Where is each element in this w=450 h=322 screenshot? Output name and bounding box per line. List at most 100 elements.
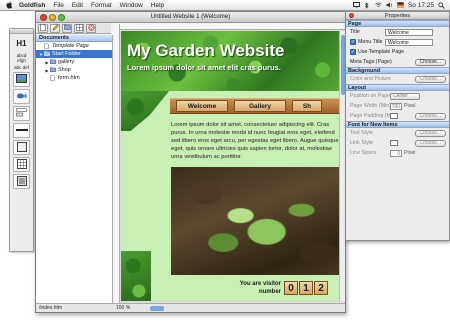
position-label: Position on Page bbox=[350, 93, 391, 99]
vertical-ruler[interactable] bbox=[114, 24, 120, 305]
nav-gallery[interactable]: Gallery bbox=[234, 100, 286, 112]
table-tool[interactable] bbox=[13, 157, 30, 172]
menu-format[interactable]: Format bbox=[91, 2, 112, 9]
flag-icon[interactable] bbox=[397, 1, 404, 9]
title-label: Title bbox=[350, 29, 360, 35]
image-tool[interactable] bbox=[13, 72, 30, 87]
padding-row: Page Padding (Min) Choose... bbox=[346, 111, 449, 121]
title-field[interactable]: Welcome bbox=[385, 28, 433, 36]
tool-palette: H1 abcd efgh abc def bbox=[9, 28, 34, 252]
tree-item-label: Start Folder bbox=[52, 51, 81, 57]
delete-button[interactable] bbox=[86, 23, 96, 33]
menubar: Goldfish File Edit Format Window Help So… bbox=[0, 0, 450, 11]
line-tool[interactable] bbox=[13, 123, 30, 138]
horizontal-scroll-thumb[interactable] bbox=[150, 306, 164, 311]
goldfish-tool[interactable] bbox=[13, 89, 30, 104]
tree-item-form[interactable]: form.htm bbox=[36, 74, 112, 82]
text-style-choose-button[interactable]: Choose... bbox=[414, 129, 446, 137]
tree-item-start-folder[interactable]: ▼ Start Folder bbox=[36, 50, 112, 58]
menu-title-checkbox[interactable]: ✓ bbox=[350, 39, 356, 45]
nav-shop[interactable]: Sh bbox=[292, 100, 322, 112]
counter-digit: 1 bbox=[299, 281, 313, 295]
fish-icon bbox=[16, 92, 27, 102]
tree-item-gallery[interactable]: ▶ gallery bbox=[36, 58, 112, 66]
site-title[interactable]: My Garden Website bbox=[127, 41, 284, 61]
tree-item-label: gallery bbox=[58, 59, 75, 65]
site-subtitle[interactable]: Lorem ipsum dolor sit amet elit cras pur… bbox=[127, 63, 281, 72]
width-label: Page Width (Min) bbox=[350, 103, 391, 109]
menu-help[interactable]: Help bbox=[151, 2, 164, 9]
nav-welcome[interactable]: Welcome bbox=[176, 100, 228, 112]
spotlight-icon[interactable] bbox=[438, 1, 445, 9]
grid-icon bbox=[75, 23, 83, 33]
menu-window[interactable]: Window bbox=[120, 2, 143, 9]
folder-icon bbox=[50, 59, 56, 65]
section-background[interactable]: Background bbox=[346, 67, 449, 74]
page-icon bbox=[50, 75, 56, 81]
link-style-label: Link Style bbox=[350, 140, 373, 146]
form-tool[interactable] bbox=[13, 106, 30, 121]
close-button[interactable] bbox=[349, 13, 354, 18]
tree-item-shop[interactable]: ▶ Shop bbox=[36, 66, 112, 74]
menu-edit[interactable]: Edit bbox=[72, 2, 83, 9]
minimize-button[interactable] bbox=[49, 14, 56, 21]
link-style-choose-button[interactable]: Choose... bbox=[414, 139, 446, 147]
document-title: Untitled Website 1 (Welcome) bbox=[150, 14, 231, 20]
heading-tool[interactable]: H1 bbox=[13, 36, 30, 51]
bottom-foliage-image bbox=[121, 251, 151, 301]
volume-icon[interactable] bbox=[386, 2, 393, 9]
menubar-clock[interactable]: So 17:25 bbox=[408, 2, 434, 9]
use-template-label: Use Template Page bbox=[358, 49, 405, 55]
media-tool[interactable] bbox=[13, 174, 30, 189]
width-row: Page Width (Min) 780 Pixel bbox=[346, 101, 449, 111]
text-tool-1[interactable]: abcd efgh bbox=[13, 53, 30, 63]
menu-title-row: ✓ Menu Title Welcome bbox=[346, 37, 449, 47]
meta-tags-row: Meta Tags (Page) Choose... bbox=[346, 57, 449, 67]
properties-titlebar[interactable]: Properties bbox=[346, 12, 449, 20]
line-icon bbox=[15, 128, 28, 134]
garden-photo[interactable] bbox=[171, 167, 345, 275]
meta-tags-choose-button[interactable]: Choose... bbox=[414, 58, 446, 66]
apple-menu-icon[interactable] bbox=[5, 1, 13, 9]
document-titlebar[interactable]: Untitled Website 1 (Welcome) bbox=[36, 12, 345, 23]
palette-titlebar[interactable] bbox=[10, 29, 33, 34]
document-toolbar bbox=[36, 23, 111, 34]
menubar-extras: So 17:25 bbox=[352, 1, 450, 9]
color-picture-label: Color and Picture bbox=[350, 76, 391, 82]
bluetooth-icon[interactable] bbox=[364, 1, 371, 9]
tree-item-template[interactable]: Template Page bbox=[36, 42, 112, 50]
link-color-swatch[interactable] bbox=[390, 140, 398, 146]
menu-app-name[interactable]: Goldfish bbox=[19, 2, 45, 9]
box-tool[interactable] bbox=[13, 140, 30, 155]
padding-color-swatch[interactable] bbox=[390, 113, 398, 119]
horizontal-ruler[interactable] bbox=[114, 24, 345, 30]
position-select[interactable]: Center bbox=[390, 92, 420, 100]
zoom-level[interactable]: 100 % bbox=[116, 305, 130, 311]
visitor-counter-label: You are visitor number bbox=[239, 281, 281, 295]
use-template-checkbox[interactable]: ✓ bbox=[350, 49, 356, 55]
width-unit: Pixel bbox=[404, 103, 416, 109]
new-page-button[interactable] bbox=[38, 23, 48, 33]
section-font[interactable]: Font for New Items bbox=[346, 121, 449, 128]
body-text[interactable]: Lorem ipsum dolor sit amet, consectetuer… bbox=[171, 121, 341, 161]
display-icon[interactable] bbox=[352, 1, 360, 9]
menu-title-field[interactable]: Welcome bbox=[385, 38, 433, 46]
close-button[interactable] bbox=[40, 14, 47, 21]
counter-digit: 0 bbox=[284, 281, 298, 295]
page-canvas[interactable]: My Garden Website Lorem ipsum dolor sit … bbox=[114, 24, 345, 305]
padding-choose-button[interactable]: Choose... bbox=[414, 112, 446, 120]
width-field[interactable]: 780 bbox=[390, 102, 402, 110]
background-choose-button[interactable]: Choose... bbox=[414, 75, 446, 83]
line-space-field[interactable]: 0 bbox=[390, 149, 402, 157]
menu-file[interactable]: File bbox=[53, 2, 63, 9]
section-page[interactable]: Page bbox=[346, 20, 449, 27]
preview-button[interactable] bbox=[74, 23, 84, 33]
section-layout[interactable]: Layout bbox=[346, 84, 449, 91]
web-page-preview[interactable]: My Garden Website Lorem ipsum dolor sit … bbox=[121, 31, 345, 301]
new-folder-button[interactable] bbox=[62, 23, 72, 33]
wifi-icon[interactable] bbox=[375, 2, 382, 9]
zoom-button[interactable] bbox=[58, 14, 65, 21]
edit-button[interactable] bbox=[50, 23, 60, 33]
text-tool-2[interactable]: abc def bbox=[13, 65, 30, 70]
properties-panel: Properties Page Title Welcome ✓ Menu Tit… bbox=[345, 11, 450, 241]
